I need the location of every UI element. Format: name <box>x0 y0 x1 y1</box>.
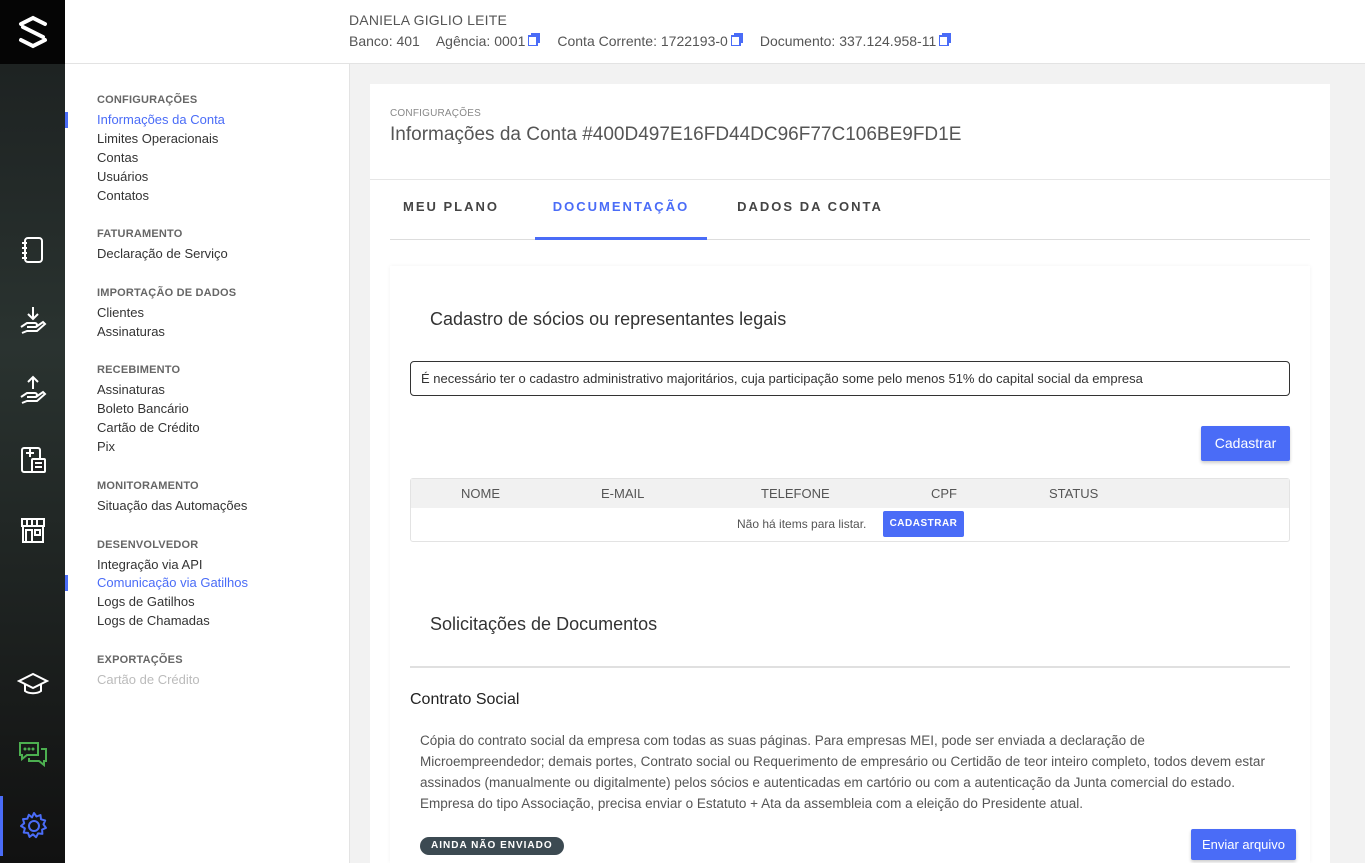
nav-item-exportacao-cartao-credito: Cartão de Crédito <box>97 672 200 687</box>
hand-receive-icon[interactable] <box>0 298 65 342</box>
requests-section-title: Solicitações de Documentos <box>430 614 658 634</box>
column-nome[interactable]: NOME <box>461 486 500 501</box>
nav-item-cartao-credito[interactable]: Cartão de Crédito <box>97 420 200 435</box>
enviar-arquivo-button[interactable]: Enviar arquivo <box>1191 829 1296 860</box>
nav-selected-indicator <box>65 112 68 128</box>
partners-table: NOME E-MAIL TELEFONE CPF STATUS Não há i… <box>410 478 1290 542</box>
banco-label: Banco: <box>349 33 393 49</box>
hand-send-icon[interactable] <box>0 368 65 412</box>
nav-selected-indicator <box>65 575 68 591</box>
brand-logo[interactable] <box>0 0 65 64</box>
calculator-sheet-icon[interactable] <box>0 438 65 482</box>
copy-icon[interactable] <box>527 33 541 47</box>
chat-bubbles-icon[interactable] <box>0 732 65 776</box>
nav-item-comunicacao-gatilhos[interactable]: Comunicação via Gatilhos <box>97 575 248 590</box>
tab-meu-plano[interactable]: MEU PLANO <box>390 180 512 240</box>
brand-logo-icon <box>18 15 47 49</box>
section-divider <box>410 666 1290 668</box>
graduation-cap-icon[interactable] <box>0 662 65 706</box>
nav-item-logs-chamadas[interactable]: Logs de Chamadas <box>97 613 210 628</box>
conta-value: 1722193-0 <box>660 33 728 49</box>
nav-item-logs-gatilhos[interactable]: Logs de Gatilhos <box>97 594 195 609</box>
nav-item-limites-operacionais[interactable]: Limites Operacionais <box>97 131 218 146</box>
cadastrar-button[interactable]: Cadastrar <box>1201 426 1290 461</box>
document-title: Contrato Social <box>410 691 520 708</box>
tab-bar: MEU PLANO DOCUMENTAÇÃO DADOS DA CONTA <box>390 180 1310 240</box>
nav-group-title: EXPORTAÇÕES <box>97 654 183 666</box>
tab-documentacao[interactable]: DOCUMENTAÇÃO <box>535 180 707 240</box>
account-name: DANIELA GIGLIO LEITE <box>349 12 508 28</box>
nav-item-clientes[interactable]: Clientes <box>97 305 144 320</box>
column-status[interactable]: STATUS <box>1049 486 1098 501</box>
nav-item-boleto-bancario[interactable]: Boleto Bancário <box>97 401 189 416</box>
documento-value: 337.124.958-11 <box>839 33 937 49</box>
nav-group-title: CONFIGURAÇÕES <box>97 94 198 106</box>
cadastrar-small-button[interactable]: CADASTRAR <box>883 511 964 537</box>
empty-message: Não há items para listar. <box>737 517 867 531</box>
account-info: Banco: 401 Agência: 0001 Conta Corrente:… <box>349 33 952 49</box>
table-empty-row: Não há items para listar. CADASTRAR <box>411 508 1289 542</box>
nav-item-pix[interactable]: Pix <box>97 439 115 454</box>
nav-item-integracao-api[interactable]: Integração via API <box>97 557 203 572</box>
conta-label: Conta Corrente: <box>557 33 657 49</box>
nav-group-title: MONITORAMENTO <box>97 480 199 492</box>
nav-group-title: IMPORTAÇÃO DE DADOS <box>97 287 237 299</box>
nav-item-contatos[interactable]: Contatos <box>97 188 149 203</box>
gear-icon[interactable] <box>0 796 65 856</box>
tab-dados-conta[interactable]: DADOS DA CONTA <box>725 180 895 240</box>
nav-item-assinaturas[interactable]: Assinaturas <box>97 382 165 397</box>
column-cpf[interactable]: CPF <box>931 486 957 501</box>
copy-icon[interactable] <box>729 33 744 47</box>
agencia-value: 0001 <box>494 33 526 49</box>
nav-group-title: FATURAMENTO <box>97 228 183 240</box>
nav-group-title: RECEBIMENTO <box>97 364 181 376</box>
nav-item-usuarios[interactable]: Usuários <box>97 169 148 184</box>
page-title: Informações da Conta #400D497E16FD44DC96… <box>390 124 962 145</box>
account-header: DANIELA GIGLIO LEITE Banco: 401 Agência:… <box>65 0 1365 64</box>
column-email[interactable]: E-MAIL <box>601 486 644 501</box>
partners-section-title: Cadastro de sócios ou representantes leg… <box>430 309 787 329</box>
icon-rail <box>0 0 65 863</box>
copy-icon[interactable] <box>938 33 952 47</box>
breadcrumb: CONFIGURAÇÕES <box>390 108 481 119</box>
nav-item-assinaturas-importacao[interactable]: Assinaturas <box>97 324 165 339</box>
nav-item-situacao-automacoes[interactable]: Situação das Automações <box>97 498 247 513</box>
page-header: CONFIGURAÇÕES Informações da Conta #400D… <box>370 84 1330 180</box>
documentation-panel: Cadastro de sócios ou representantes leg… <box>390 266 1310 863</box>
agencia-label: Agência: <box>435 33 491 49</box>
table-header: NOME E-MAIL TELEFONE CPF STATUS <box>411 479 1289 508</box>
column-telefone[interactable]: TELEFONE <box>761 486 830 501</box>
status-badge: AINDA NÃO ENVIADO <box>420 837 564 855</box>
settings-sidebar: CONFIGURAÇÕES Informações da Conta Limit… <box>65 64 350 863</box>
main-card: CONFIGURAÇÕES Informações da Conta #400D… <box>370 84 1330 863</box>
nav-item-contas[interactable]: Contas <box>97 150 138 165</box>
nav-item-declaracao-servico[interactable]: Declaração de Serviço <box>97 246 228 261</box>
notebook-icon[interactable] <box>0 228 65 272</box>
nav-item-informacoes-conta[interactable]: Informações da Conta <box>97 112 225 127</box>
document-description: Cópia do contrato social da empresa com … <box>420 733 1265 811</box>
nav-group-title: DESENVOLVEDOR <box>97 539 199 551</box>
documento-label: Documento: <box>759 33 836 49</box>
partners-alert: É necessário ter o cadastro administrati… <box>410 361 1290 396</box>
storefront-icon[interactable] <box>0 508 65 552</box>
banco-value: 401 <box>396 33 420 49</box>
